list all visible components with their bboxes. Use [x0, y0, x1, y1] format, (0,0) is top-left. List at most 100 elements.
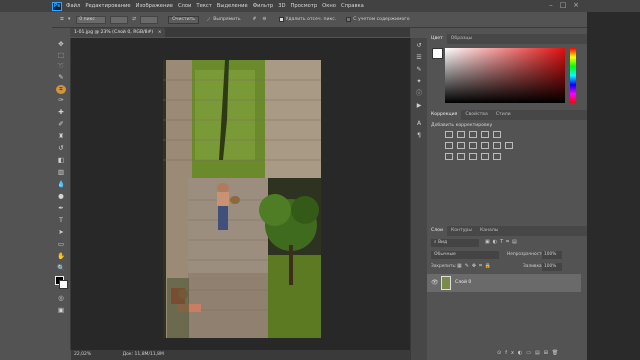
properties-icon[interactable]: ☰: [415, 54, 423, 62]
curves-icon[interactable]: [469, 131, 477, 138]
height-field[interactable]: [140, 15, 159, 24]
zoom-icon[interactable]: 🔍: [56, 264, 66, 273]
layer-name[interactable]: Слой 0: [455, 280, 471, 285]
marquee-icon[interactable]: ⬚: [56, 51, 66, 60]
screen-mode-icon[interactable]: ▣: [56, 306, 66, 315]
tab-swatches[interactable]: Образцы: [447, 34, 476, 44]
color-picker-field[interactable]: [445, 48, 565, 103]
levels-icon[interactable]: [457, 131, 465, 138]
straighten-button[interactable]: Выпрямить: [213, 17, 240, 22]
layer-actions[interactable]: ⊙fx◐▭▤⊞🗑: [497, 350, 562, 356]
background-color-swatch[interactable]: [59, 280, 68, 289]
character-icon[interactable]: A: [415, 120, 423, 128]
document-image[interactable]: [163, 60, 321, 338]
menu-window[interactable]: Окно: [322, 3, 336, 9]
brush-icon[interactable]: ✐: [56, 120, 66, 129]
color-lookup-icon[interactable]: [505, 142, 513, 149]
maximize-icon[interactable]: □: [558, 1, 568, 10]
move-icon[interactable]: ✥: [56, 40, 66, 49]
lock-icons[interactable]: ▦✎✥⌗🔒: [457, 263, 494, 269]
filter-icons[interactable]: ▣◐T⌗▤: [485, 239, 520, 245]
menu-image[interactable]: Изображение: [136, 3, 173, 9]
opacity-field[interactable]: 100%: [542, 251, 562, 259]
canvas-area[interactable]: [71, 38, 410, 350]
layer-filter-kind[interactable]: ⌕ Вид: [431, 239, 479, 247]
menu-file[interactable]: Файл: [66, 3, 80, 9]
tab-layers[interactable]: Слои: [427, 226, 447, 236]
straighten-icon[interactable]: ⟋: [207, 17, 210, 23]
layer-row[interactable]: 👁 Слой 0: [427, 274, 581, 292]
shape-icon[interactable]: ▭: [56, 240, 66, 249]
invert-icon[interactable]: [445, 153, 453, 160]
gradient-icon[interactable]: ▥: [56, 168, 66, 177]
quick-mask-icon[interactable]: ◎: [56, 294, 66, 303]
vibrance-icon[interactable]: [493, 131, 501, 138]
menu-3d[interactable]: 3D: [278, 3, 285, 9]
brush-settings-icon[interactable]: ✎: [415, 66, 423, 74]
path-select-icon[interactable]: ➤: [56, 228, 66, 237]
posterize-icon[interactable]: [457, 153, 465, 160]
clear-button[interactable]: Очистить: [168, 15, 200, 24]
lasso-icon[interactable]: ➰: [56, 62, 66, 71]
panel-fg-swatch[interactable]: [432, 48, 443, 59]
selective-color-icon[interactable]: [493, 153, 501, 160]
menu-help[interactable]: Справка: [341, 3, 364, 9]
preset-chevron-icon[interactable]: ▾: [68, 17, 70, 22]
tab-properties[interactable]: Свойства: [461, 110, 491, 120]
content-aware-checkbox[interactable]: [346, 17, 352, 22]
photo-filter-icon[interactable]: [481, 142, 489, 149]
threshold-icon[interactable]: [469, 153, 477, 160]
channel-mixer-icon[interactable]: [493, 142, 501, 149]
menu-view[interactable]: Просмотр: [291, 3, 318, 9]
menu-select[interactable]: Выделение: [217, 3, 248, 9]
menu-filter[interactable]: Фильтр: [253, 3, 274, 9]
pen-icon[interactable]: ✒: [56, 204, 66, 213]
delete-cropped-checkbox[interactable]: [278, 17, 284, 22]
minimize-icon[interactable]: –: [546, 1, 556, 10]
blend-mode-select[interactable]: Обычные: [431, 251, 499, 259]
hue-sat-icon[interactable]: [445, 142, 453, 149]
hand-icon[interactable]: ✋: [56, 252, 66, 261]
close-window-icon[interactable]: ×: [571, 1, 581, 10]
tab-paths[interactable]: Контуры: [447, 226, 476, 236]
tab-channels[interactable]: Каналы: [476, 226, 502, 236]
clone-stamp-icon[interactable]: ♜: [56, 132, 66, 141]
crop-icon[interactable]: ⌗: [56, 85, 66, 94]
healing-brush-icon[interactable]: ✚: [56, 108, 66, 117]
tab-adjustments[interactable]: Коррекция: [427, 110, 462, 120]
document-tab[interactable]: 1-01.jpg @ 23% (Слой 0, RGB/8#) ×: [70, 28, 165, 37]
overlay-grid-icon[interactable]: #: [253, 17, 257, 22]
fill-field[interactable]: 100%: [542, 263, 562, 271]
tab-color[interactable]: Цвет: [427, 34, 447, 44]
hue-slider[interactable]: [570, 48, 576, 103]
menu-edit[interactable]: Редактирование: [85, 3, 130, 9]
color-balance-icon[interactable]: [457, 142, 465, 149]
paragraph-icon[interactable]: ¶: [415, 132, 423, 140]
swap-icon[interactable]: ⇄: [132, 17, 136, 22]
dodge-icon[interactable]: ●: [56, 192, 66, 201]
blur-icon[interactable]: 💧: [56, 180, 66, 189]
exposure-icon[interactable]: [481, 131, 489, 138]
menu-layers[interactable]: Слои: [178, 3, 191, 9]
eye-icon[interactable]: 👁: [431, 279, 439, 286]
crop-tool-icon[interactable]: ⌗: [60, 15, 64, 24]
bw-icon[interactable]: [469, 142, 477, 149]
width-field[interactable]: [110, 15, 129, 24]
ratio-field[interactable]: 0 пикс: [76, 15, 107, 24]
eraser-icon[interactable]: ◧: [56, 156, 66, 165]
text-icon[interactable]: T: [56, 216, 66, 225]
menu-type[interactable]: Текст: [196, 3, 211, 9]
quick-select-icon[interactable]: ✎: [56, 73, 66, 82]
tab-styles[interactable]: Стили: [492, 110, 515, 120]
brightness-icon[interactable]: [445, 131, 453, 138]
eyedropper-icon[interactable]: ✑: [56, 96, 66, 105]
actions-icon[interactable]: ▶: [415, 102, 423, 110]
settings-gear-icon[interactable]: ⚙: [262, 17, 266, 22]
history-icon[interactable]: ↺: [415, 42, 423, 50]
history-brush-icon[interactable]: ↺: [56, 144, 66, 153]
close-tab-icon[interactable]: ×: [158, 30, 162, 35]
tool-presets-icon[interactable]: ✦: [415, 78, 423, 86]
gradient-map-icon[interactable]: [481, 153, 489, 160]
zoom-level[interactable]: 22,02%: [74, 352, 91, 357]
info-icon[interactable]: ⓘ: [415, 90, 423, 98]
